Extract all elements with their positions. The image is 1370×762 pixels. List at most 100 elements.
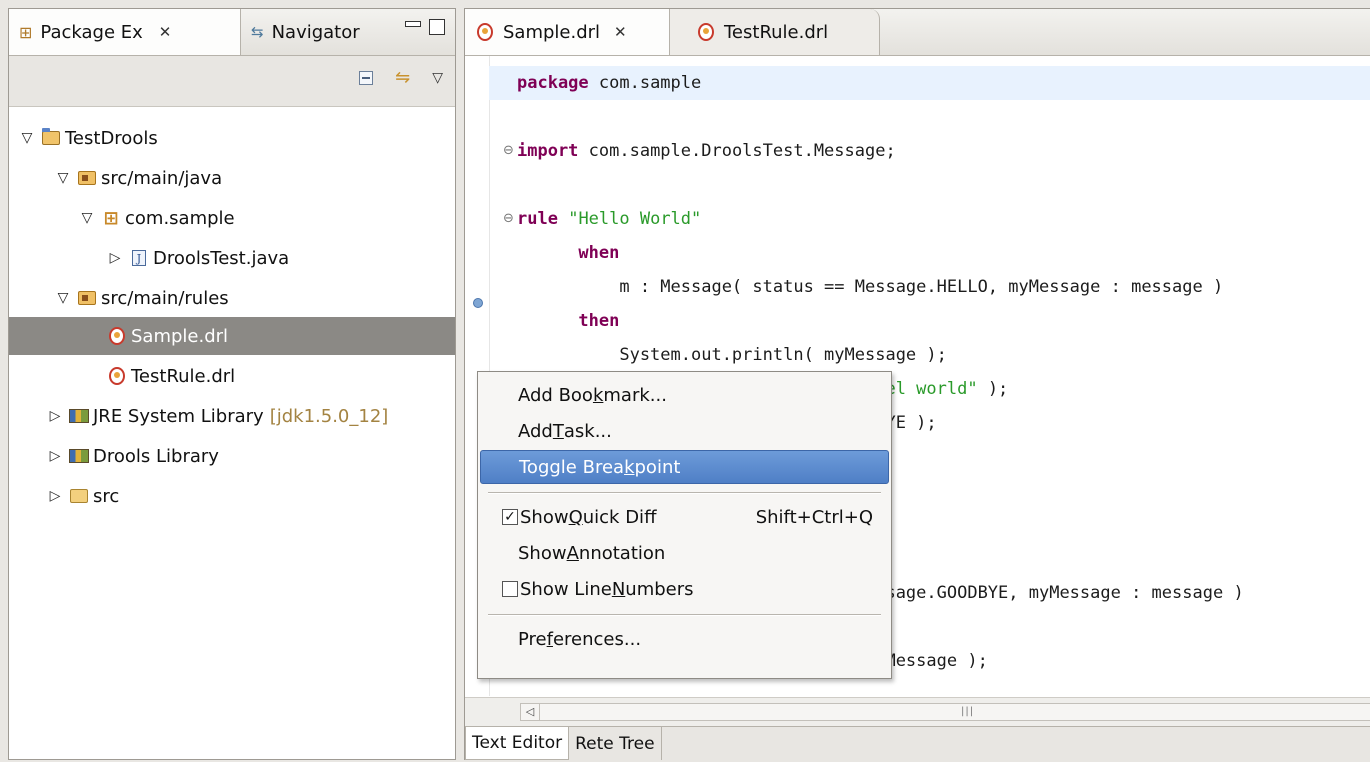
tab-label: TestRule.drl	[724, 21, 829, 43]
minimize-icon[interactable]	[405, 21, 421, 27]
breakpoint-marker-icon[interactable]	[473, 298, 483, 308]
expand-toggle-icon[interactable]: ▽	[55, 170, 71, 186]
scrollbar-grip-icon[interactable]: |||	[961, 706, 974, 717]
tab-label: Package Ex	[40, 21, 143, 43]
tree-item-sample-drl[interactable]: Sample.drl	[9, 317, 455, 355]
code-line[interactable]: System.out.println( myMessage );	[489, 338, 1370, 372]
checkbox-unchecked-icon[interactable]	[502, 581, 518, 597]
tree-item-src-main-rules[interactable]: ▽ src/main/rules	[9, 279, 455, 317]
menu-item-add-task[interactable]: Add Task...	[480, 414, 889, 448]
tree-item-src-main-java[interactable]: ▽ src/main/java	[9, 159, 455, 197]
menu-item-label: mark...	[603, 384, 667, 406]
tab-sample-drl[interactable]: Sample.drl ✕	[465, 9, 670, 55]
menu-item-show-quick-diff[interactable]: ✓ Show Quick Diff Shift+Ctrl+Q	[480, 500, 889, 534]
collapsed-toggle-icon[interactable]: ▷	[47, 408, 63, 424]
project-icon	[41, 128, 61, 148]
code-token: com.sample.DroolsTest.Message;	[578, 141, 896, 161]
menu-item-accelerator: Shift+Ctrl+Q	[755, 506, 873, 528]
code-line[interactable]: import com.sample.DroolsTest.Message; ⊖	[489, 134, 1370, 168]
tree-item-testrule-drl[interactable]: TestRule.drl	[9, 357, 455, 395]
tree-item-label: TestRule.drl	[131, 365, 236, 387]
code-line[interactable]: rule "Hello World" ⊖	[489, 202, 1370, 236]
menu-item-label: umbers	[625, 578, 694, 600]
checkbox-checked-icon[interactable]: ✓	[502, 509, 518, 525]
code-line[interactable]: when	[489, 236, 1370, 270]
expand-toggle-icon[interactable]: ▽	[79, 210, 95, 226]
close-icon[interactable]: ✕	[614, 23, 627, 41]
tab-package-explorer[interactable]: ⊞ Package Ex ✕	[9, 9, 241, 55]
menu-item-show-annotation[interactable]: Show Annotation	[480, 536, 889, 570]
menu-item-add-bookmark[interactable]: Add Boo k mark...	[480, 378, 889, 412]
tab-navigator[interactable]: ⇆ Navigator	[241, 9, 391, 55]
folder-icon	[69, 486, 89, 506]
library-icon	[69, 406, 89, 426]
collapsed-toggle-icon[interactable]: ▷	[107, 250, 123, 266]
fold-toggle-icon[interactable]: ⊖	[503, 202, 517, 236]
tree-item-label: src	[93, 485, 120, 507]
code-line[interactable]: package com.sample	[489, 66, 1370, 100]
code-line[interactable]	[489, 100, 1370, 134]
code-line[interactable]	[489, 168, 1370, 202]
tree-item-jre-system-library[interactable]: ▷ JRE System Library [jdk1.5.0_12]	[9, 397, 455, 435]
view-menu-icon[interactable]: ▽	[432, 70, 443, 86]
menu-item-show-line-numbers[interactable]: Show Line Numbers	[480, 572, 889, 606]
source-folder-icon	[77, 288, 97, 308]
navigator-icon: ⇆	[251, 23, 264, 41]
menu-item-mnemonic: Q	[568, 506, 583, 528]
tab-label: Navigator	[271, 21, 360, 43]
view-toolbar: ⇋ ▽	[9, 56, 455, 107]
close-icon[interactable]: ✕	[159, 23, 172, 41]
menu-item-label: Show	[518, 542, 567, 564]
tree-item-drools-library[interactable]: ▷ Drools Library	[9, 437, 455, 475]
code-line[interactable]: m : Message( status == Message.HELLO, my…	[489, 270, 1370, 304]
code-keyword: import	[517, 141, 579, 161]
tab-testrule-drl[interactable]: TestRule.drl	[670, 9, 880, 55]
code-line[interactable]: then	[489, 304, 1370, 338]
tree-item-label: Sample.drl	[131, 325, 229, 347]
tab-text-editor[interactable]: Text Editor	[465, 727, 570, 760]
code-text: import com.sample.DroolsTest.Message;	[517, 134, 896, 168]
java-file-icon: J	[129, 248, 149, 268]
scrollbar-track[interactable]: ◁ |||	[520, 703, 1370, 721]
menu-separator	[488, 614, 881, 616]
link-with-editor-icon[interactable]: ⇋	[395, 69, 410, 87]
tree-item-src[interactable]: ▷ src	[9, 477, 455, 515]
code-keyword: rule	[517, 209, 558, 229]
fold-toggle-icon[interactable]: ⊖	[503, 134, 517, 168]
menu-item-label: nnotation	[578, 542, 666, 564]
scroll-left-icon[interactable]: ◁	[521, 704, 540, 720]
horizontal-scrollbar[interactable]: ◁ |||	[465, 697, 1370, 726]
editor-page-tabs: Text Editor Rete Tree	[465, 726, 1370, 762]
tree-item-testdrools[interactable]: ▽ TestDrools	[9, 119, 455, 157]
tab-rete-tree[interactable]: Rete Tree	[569, 727, 662, 760]
tree-item-label: com.sample	[125, 207, 235, 229]
tree-item-droolstest-java[interactable]: ▷ J DroolsTest.java	[9, 239, 455, 277]
tree-item-label: JRE System Library	[93, 405, 264, 427]
collapse-all-icon[interactable]	[359, 71, 374, 85]
collapsed-toggle-icon[interactable]: ▷	[47, 448, 63, 464]
code-text: when	[517, 236, 619, 270]
tree-item-label: Drools Library	[93, 445, 219, 467]
maximize-icon[interactable]	[429, 19, 445, 35]
menu-item-mnemonic: T	[552, 420, 564, 442]
code-token: com.sample	[588, 73, 702, 93]
menu-item-mnemonic: k	[624, 456, 635, 478]
drl-file-icon	[107, 326, 127, 346]
expand-toggle-icon[interactable]: ▽	[55, 290, 71, 306]
code-token: System.out.println( myMessage );	[517, 345, 947, 365]
collapsed-toggle-icon[interactable]: ▷	[47, 488, 63, 504]
code-text: package com.sample	[517, 66, 701, 100]
menu-item-toggle-breakpoint[interactable]: Toggle Brea k point	[480, 450, 889, 484]
menu-item-preferences[interactable]: Pre f erences...	[480, 622, 889, 656]
view-controls	[405, 19, 445, 35]
code-text: System.out.println( myMessage );	[517, 338, 947, 372]
tree-item-com-sample[interactable]: ▽ ⊞ com.sample	[9, 199, 455, 237]
code-token: m : Message( status == Message.HELLO, my…	[517, 277, 1224, 297]
package-icon: ⊞	[103, 207, 119, 229]
tree-item-label: DroolsTest.java	[153, 247, 290, 269]
tree-item-label: src/main/java	[101, 167, 223, 189]
expand-toggle-icon[interactable]: ▽	[19, 130, 35, 146]
menu-item-label: point	[634, 456, 681, 478]
